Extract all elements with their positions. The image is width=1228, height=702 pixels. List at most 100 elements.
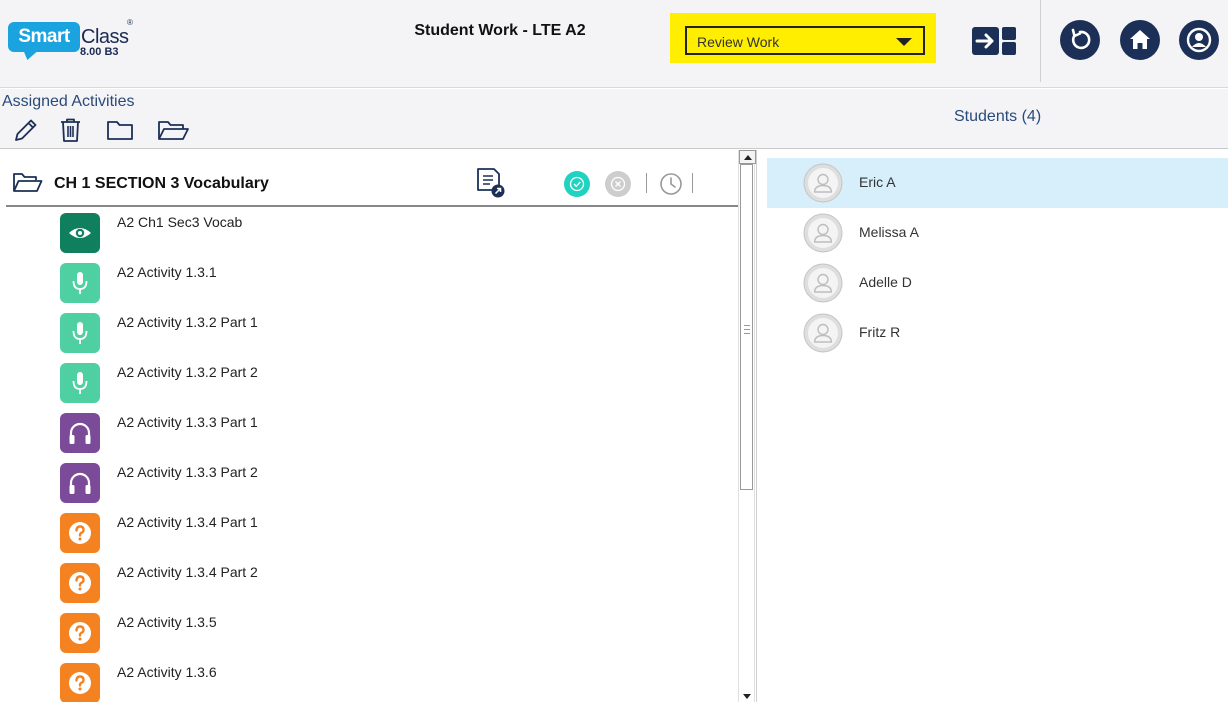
assigned-activities-label: Assigned Activities — [2, 93, 135, 110]
report-icon[interactable] — [474, 166, 508, 200]
students-panel: Eric A Melissa A Adelle D Fritz R — [756, 150, 1228, 702]
eye-icon — [69, 228, 91, 238]
scroll-grip-icon — [744, 325, 750, 334]
headphones-icon — [69, 422, 91, 444]
students-count-label: Students (4) — [954, 108, 1042, 125]
activities-panel: CH 1 SECTION 3 Vocabulary A2 Ch1 Sec3 Vo… — [0, 150, 756, 702]
list-item[interactable]: A2 Activity 1.3.5 — [0, 610, 738, 660]
header-divider — [1040, 0, 1041, 82]
logo-bubble: Smart — [8, 22, 80, 52]
list-item[interactable]: A2 Activity 1.3.6 — [0, 660, 738, 702]
toolbar: Assigned Activities Students (4) — [0, 89, 1228, 149]
activity-title: A2 Activity 1.3.6 — [117, 664, 217, 680]
microphone-icon — [72, 322, 88, 344]
activity-type-badge — [60, 563, 100, 603]
page-title: Student Work - LTE A2 — [414, 22, 586, 39]
activity-type-badge — [60, 213, 100, 253]
activity-title: A2 Activity 1.3.2 Part 2 — [117, 364, 258, 380]
activity-type-badge — [60, 513, 100, 553]
headphones-icon — [69, 472, 91, 494]
edit-icon — [15, 119, 37, 141]
open-folder-icon — [158, 121, 189, 140]
activity-title: A2 Activity 1.3.3 Part 1 — [117, 414, 258, 430]
activity-title: A2 Activity 1.3.4 Part 2 — [117, 564, 258, 580]
list-item[interactable]: A2 Activity 1.3.1 — [0, 260, 738, 310]
activity-title: A2 Activity 1.3.5 — [117, 614, 217, 630]
activity-type-badge — [60, 463, 100, 503]
student-row[interactable]: Fritz R — [767, 308, 1228, 358]
activity-title: A2 Activity 1.3.2 Part 1 — [117, 314, 258, 330]
switch-view-button[interactable] — [972, 26, 1018, 56]
scroll-thumb[interactable] — [740, 164, 753, 490]
reject-button[interactable] — [605, 171, 631, 197]
refresh-button[interactable] — [1060, 20, 1100, 60]
toolbar-divider — [646, 173, 647, 193]
activity-title: A2 Activity 1.3.4 Part 1 — [117, 514, 258, 530]
activity-title: A2 Activity 1.3.1 — [117, 264, 217, 280]
activity-type-badge — [60, 263, 100, 303]
avatar-icon — [803, 263, 843, 303]
microphone-icon — [72, 372, 88, 394]
open-folder-icon — [13, 173, 43, 192]
header-bar: Smart Class ® 8.00 B3 Student Work - LTE… — [0, 0, 1228, 88]
list-item[interactable]: A2 Activity 1.3.2 Part 1 — [0, 310, 738, 360]
folder-button[interactable] — [106, 117, 136, 143]
smartclass-logo: Smart Class ® 8.00 B3 — [8, 18, 138, 64]
avatar-icon — [803, 163, 843, 203]
home-icon — [1130, 30, 1150, 49]
logo-bubble-tail — [20, 51, 38, 60]
scroll-down-arrow[interactable] — [739, 692, 756, 702]
edit-button[interactable] — [12, 117, 42, 143]
microphone-icon — [72, 272, 88, 294]
question-icon — [69, 672, 91, 694]
activity-type-badge — [60, 663, 100, 702]
student-row[interactable]: Eric A — [767, 158, 1228, 208]
section-header[interactable]: CH 1 SECTION 3 Vocabulary — [6, 158, 740, 207]
activity-type-badge — [60, 363, 100, 403]
student-name: Melissa A — [859, 224, 919, 240]
section-title: CH 1 SECTION 3 Vocabulary — [54, 175, 269, 192]
chevron-down-icon — [896, 38, 912, 46]
logo-registered-mark: ® — [127, 18, 133, 27]
list-item[interactable]: A2 Activity 1.3.3 Part 1 — [0, 410, 738, 460]
list-item[interactable]: A2 Activity 1.3.2 Part 2 — [0, 360, 738, 410]
activity-type-badge — [60, 313, 100, 353]
toolbar-divider — [692, 173, 693, 193]
delete-button[interactable] — [56, 117, 86, 143]
scroll-up-arrow[interactable] — [739, 150, 756, 164]
delete-icon — [61, 118, 80, 142]
question-icon — [69, 622, 91, 644]
student-row[interactable]: Adelle D — [767, 258, 1228, 308]
open-folder-button[interactable] — [157, 117, 189, 143]
activity-scrollbar[interactable] — [738, 150, 756, 702]
list-item[interactable]: A2 Activity 1.3.3 Part 2 — [0, 460, 738, 510]
list-item[interactable]: A2 Activity 1.3.4 Part 1 — [0, 510, 738, 560]
approve-button[interactable] — [564, 171, 590, 197]
check-circle-icon — [569, 176, 585, 192]
folder-icon — [107, 121, 133, 140]
switch-view-icon — [972, 27, 1016, 55]
student-name: Eric A — [859, 174, 896, 190]
activity-title: A2 Activity 1.3.3 Part 2 — [117, 464, 258, 480]
student-name: Fritz R — [859, 324, 901, 340]
activity-title: A2 Ch1 Sec3 Vocab — [117, 214, 243, 230]
mode-dropdown-value: Review Work — [697, 34, 780, 50]
x-circle-icon — [610, 176, 626, 192]
question-icon — [69, 572, 91, 594]
account-icon — [1186, 27, 1212, 53]
app-version: 8.00 B3 — [80, 46, 119, 58]
avatar-icon — [803, 213, 843, 253]
list-item[interactable]: A2 Activity 1.3.4 Part 2 — [0, 560, 738, 610]
clock-icon[interactable] — [658, 171, 684, 197]
home-button[interactable] — [1120, 20, 1160, 60]
question-icon — [69, 522, 91, 544]
activity-type-badge — [60, 613, 100, 653]
avatar-icon — [803, 313, 843, 353]
activity-type-badge — [60, 413, 100, 453]
refresh-icon — [1071, 28, 1091, 50]
account-button[interactable] — [1179, 20, 1219, 60]
list-item[interactable]: A2 Ch1 Sec3 Vocab — [0, 210, 738, 260]
mode-dropdown[interactable]: Review Work — [685, 26, 925, 55]
student-name: Adelle D — [859, 274, 912, 290]
student-row[interactable]: Melissa A — [767, 208, 1228, 258]
